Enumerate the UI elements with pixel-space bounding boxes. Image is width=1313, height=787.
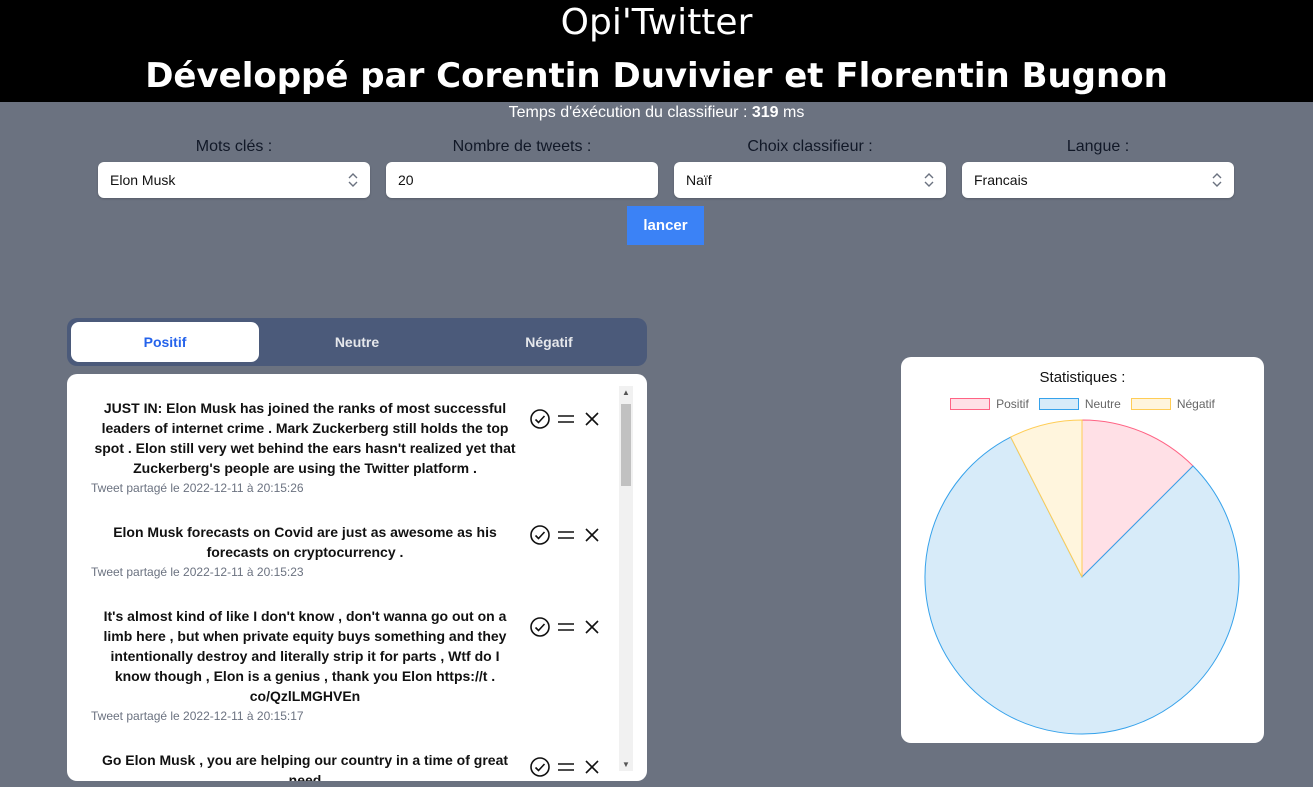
app-header: Opi'Twitter Développé par Corentin Duviv… (0, 0, 1313, 102)
scroll-down-arrow-icon[interactable]: ▼ (619, 760, 633, 769)
classifier-label: Choix classifieur : (747, 138, 873, 155)
tweet-date: Tweet partagé le 2022-12-11 à 20:15:26 (91, 481, 304, 495)
language-value: Francais (974, 172, 1028, 188)
tweet-item: JUST IN: Elon Musk has joined the ranks … (91, 398, 611, 495)
tab-neutre[interactable]: Neutre (263, 322, 451, 362)
tweet-text: Elon Musk forecasts on Covid are just as… (113, 524, 497, 560)
check-circle-icon[interactable] (529, 756, 551, 778)
tweet-item: Elon Musk forecasts on Covid are just as… (91, 522, 611, 579)
scrollbar-thumb[interactable] (621, 404, 631, 486)
pie-chart (924, 419, 1240, 735)
tweet-list-scrollbar[interactable]: ▲ ▼ (619, 386, 633, 771)
updown-chevron-icon (924, 162, 934, 198)
tweet-text: It's almost kind of like I don't know , … (103, 608, 507, 704)
tweet-item: It's almost kind of like I don't know , … (91, 606, 611, 723)
execution-time-unit: ms (783, 104, 805, 121)
tweet-text: JUST IN: Elon Musk has joined the ranks … (94, 400, 516, 476)
tweet-count-value: 20 (398, 172, 414, 188)
sentiment-tabs: Positif Neutre Négatif (67, 318, 647, 366)
check-circle-icon[interactable] (529, 408, 551, 430)
tweet-list: JUST IN: Elon Musk has joined the ranks … (67, 374, 647, 781)
app-title: Opi'Twitter (560, 2, 753, 43)
updown-chevron-icon (1212, 162, 1222, 198)
tweet-date: Tweet partagé le 2022-12-11 à 20:15:23 (91, 565, 304, 579)
keywords-select[interactable]: Elon Musk (98, 162, 370, 198)
equals-icon[interactable] (555, 616, 577, 638)
execution-time-value: 319 (751, 104, 779, 121)
tweet-date: Tweet partagé le 2022-12-11 à 20:15:17 (91, 709, 304, 723)
close-icon[interactable] (581, 756, 603, 778)
execution-time: Temps d'éxécution du classifieur : 319 m… (0, 104, 1313, 122)
language-label: Langue : (1066, 138, 1130, 155)
tab-negatif[interactable]: Négatif (455, 322, 643, 362)
close-icon[interactable] (581, 408, 603, 430)
check-circle-icon[interactable] (529, 524, 551, 546)
classifier-value: Naïf (686, 172, 712, 188)
app-subtitle: Développé par Corentin Duvivier et Flore… (145, 56, 1168, 96)
launch-button[interactable]: lancer (627, 206, 704, 245)
equals-icon[interactable] (555, 756, 577, 778)
tweet-text: Go Elon Musk , you are helping our count… (101, 752, 509, 781)
keywords-value: Elon Musk (110, 172, 176, 188)
equals-icon[interactable] (555, 408, 577, 430)
close-icon[interactable] (581, 616, 603, 638)
scroll-up-arrow-icon[interactable]: ▲ (619, 388, 633, 397)
tweet-count-input[interactable]: 20 (386, 162, 658, 198)
check-circle-icon[interactable] (529, 616, 551, 638)
close-icon[interactable] (581, 524, 603, 546)
keywords-label: Mots clés : (195, 138, 273, 155)
classifier-select[interactable]: Naïf (674, 162, 946, 198)
tab-positif[interactable]: Positif (71, 322, 259, 362)
tweet-item: Go Elon Musk , you are helping our count… (91, 750, 611, 781)
tweet-count-label: Nombre de tweets : (452, 138, 592, 155)
statistics-panel: Statistiques : Positif Neutre Négatif (901, 357, 1264, 743)
updown-chevron-icon (348, 162, 358, 198)
language-select[interactable]: Francais (962, 162, 1234, 198)
execution-time-label: Temps d'éxécution du classifieur : (508, 104, 748, 121)
equals-icon[interactable] (555, 524, 577, 546)
